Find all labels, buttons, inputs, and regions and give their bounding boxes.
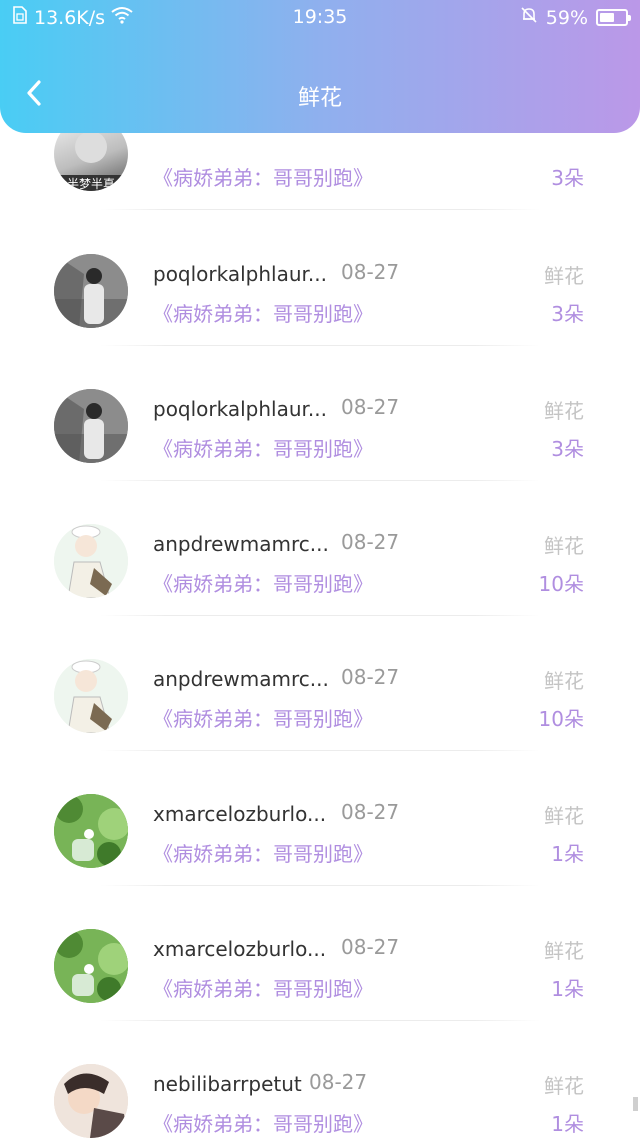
user-name[interactable]: poqlorkalphlaur... [153, 262, 327, 286]
battery-percent: 59% [545, 6, 588, 29]
avatar [54, 389, 128, 463]
battery-nub [628, 15, 631, 21]
divider [100, 885, 540, 886]
avatar [54, 929, 128, 1003]
battery-icon [596, 9, 631, 26]
user-name[interactable]: xmarcelozburlo... [153, 802, 326, 826]
gift-type: 鲜花 [544, 804, 584, 828]
list-item[interactable]: nebilibarrpetut 08-27 鲜花 《病娇弟弟：哥哥别跑》 1朵 [0, 1050, 640, 1138]
divider [100, 1020, 540, 1021]
flower-gift-list: 半梦半真 《病娇弟弟：哥哥别跑》 3朵 poqlorkalphlaur... 0… [0, 0, 640, 1138]
date: 08-27 [341, 935, 400, 959]
book-title[interactable]: 《病娇弟弟：哥哥别跑》 [153, 973, 373, 1002]
flower-count: 3朵 [551, 302, 584, 326]
date: 08-27 [309, 1070, 368, 1094]
status-right: 59% [520, 6, 631, 29]
user-name[interactable]: xmarcelozburlo... [153, 937, 326, 961]
avatar [54, 524, 128, 598]
book-title[interactable]: 《病娇弟弟：哥哥别跑》 [153, 838, 373, 867]
divider [100, 209, 540, 210]
divider [100, 615, 540, 616]
date: 08-27 [341, 395, 400, 419]
user-name[interactable]: poqlorkalphlaur... [153, 397, 327, 421]
flower-count: 1朵 [551, 842, 584, 866]
list-item[interactable]: xmarcelozburlo... 08-27 鲜花 《病娇弟弟：哥哥别跑》 1… [0, 780, 640, 915]
date: 08-27 [341, 665, 400, 689]
list-item[interactable]: anpdrewmamrc... 08-27 鲜花 《病娇弟弟：哥哥别跑》 10朵 [0, 645, 640, 780]
gift-type: 鲜花 [544, 1074, 584, 1098]
list-item[interactable]: poqlorkalphlaur... 08-27 鲜花 《病娇弟弟：哥哥别跑》 … [0, 375, 640, 510]
avatar [54, 254, 128, 328]
page-title: 鲜花 [297, 86, 342, 111]
battery-fill [600, 13, 614, 22]
gift-type: 鲜花 [544, 264, 584, 288]
list-item[interactable]: anpdrewmamrc... 08-27 鲜花 《病娇弟弟：哥哥别跑》 10朵 [0, 510, 640, 645]
book-title[interactable]: 《病娇弟弟：哥哥别跑》 [153, 298, 373, 327]
flower-count: 1朵 [551, 1112, 584, 1136]
scroll-indicator[interactable] [633, 1097, 638, 1111]
avatar [54, 794, 128, 868]
list-item[interactable]: poqlorkalphlaur... 08-27 鲜花 《病娇弟弟：哥哥别跑》 … [0, 240, 640, 375]
avatar [54, 659, 128, 733]
date: 08-27 [341, 800, 400, 824]
bell-muted-icon [520, 6, 538, 29]
gift-type: 鲜花 [544, 399, 584, 423]
date: 08-27 [341, 530, 400, 554]
list-item[interactable]: xmarcelozburlo... 08-27 鲜花 《病娇弟弟：哥哥别跑》 1… [0, 915, 640, 1050]
book-title[interactable]: 《病娇弟弟：哥哥别跑》 [153, 433, 373, 462]
gift-type: 鲜花 [544, 534, 584, 558]
divider [100, 750, 540, 751]
book-title[interactable]: 《病娇弟弟：哥哥别跑》 [153, 1108, 373, 1137]
divider [100, 480, 540, 481]
user-name[interactable]: anpdrewmamrc... [153, 667, 329, 691]
header-bar: 13.6K/s 19:35 59% 鲜花 [0, 0, 640, 133]
book-title[interactable]: 《病娇弟弟：哥哥别跑》 [153, 703, 373, 732]
flower-count: 3朵 [551, 437, 584, 461]
flower-count: 3朵 [551, 166, 584, 190]
divider [100, 345, 540, 346]
gift-type: 鲜花 [544, 669, 584, 693]
flower-count: 10朵 [538, 572, 584, 596]
gift-type: 鲜花 [544, 939, 584, 963]
date: 08-27 [341, 260, 400, 284]
flower-count: 1朵 [551, 977, 584, 1001]
book-title[interactable]: 《病娇弟弟：哥哥别跑》 [153, 162, 373, 191]
book-title[interactable]: 《病娇弟弟：哥哥别跑》 [153, 568, 373, 597]
avatar [54, 1064, 128, 1138]
user-name[interactable]: anpdrewmamrc... [153, 532, 329, 556]
user-name[interactable]: nebilibarrpetut [153, 1072, 302, 1096]
status-bar: 13.6K/s 19:35 59% [0, 0, 640, 36]
flower-count: 10朵 [538, 707, 584, 731]
svg-text:半梦半真: 半梦半真 [67, 177, 115, 191]
